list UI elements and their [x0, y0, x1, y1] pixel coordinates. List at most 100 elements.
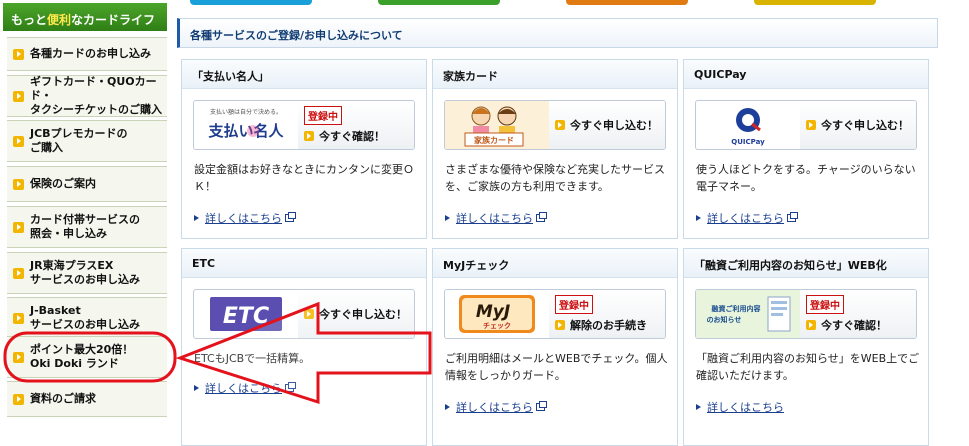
external-window-icon: [536, 212, 547, 222]
external-window-icon: [285, 382, 296, 392]
card-shiharai-meijin: 「支払い名人」 支払い額は自分で決める。 支払い名人 登録中 今すぐ確認！ 設定…: [181, 59, 427, 239]
card-title: 「融資ご利用内容のお知らせ」WEB化: [684, 249, 928, 278]
sidebar-item-jr-plus-ex[interactable]: JR東海プラスEX サービスのお申し込み: [7, 252, 167, 294]
sidebar-item-label: ポイント最大20倍！ Oki Doki ランド: [30, 343, 134, 370]
sidebar-header-prefix: もっと: [11, 13, 48, 27]
etc-banner[interactable]: ETC 今すぐ申し込む！: [193, 289, 415, 339]
status-badge: 登録中: [806, 295, 844, 314]
card-description: 設定金額はお好きなときにカンタンに変更ＯＫ！: [194, 163, 414, 193]
sidebar-item-card-application[interactable]: 各種カードのお申し込み: [7, 37, 167, 71]
sidebar-item-label: J-Basket サービスのお申し込み: [30, 304, 140, 331]
status-badge: 登録中: [304, 106, 342, 125]
arrow-bullet-icon: [555, 320, 565, 330]
card-quicpay: QUICPay QUICPay 今すぐ申し込む！ 使う人ほどトクをする。チャージ…: [683, 59, 929, 239]
top-tab-green[interactable]: [378, 0, 500, 5]
banner-cta: 登録中 今すぐ確認！: [298, 101, 414, 149]
arrow-right-icon: [445, 215, 450, 221]
arrow-right-icon: [445, 404, 450, 410]
details-link-label: 詳しくはこちら: [205, 212, 282, 225]
external-window-icon: [285, 212, 296, 222]
arrow-right-icon: [194, 385, 199, 391]
etc-logo: ETC: [194, 290, 298, 338]
details-link[interactable]: 詳しくはこちら: [194, 380, 296, 396]
details-link-label: 詳しくはこちら: [707, 401, 784, 414]
arrow-bullet-icon: [304, 309, 314, 319]
family-card-logo: 家族カード: [445, 101, 549, 149]
cta-label: 今すぐ申し込む！: [570, 119, 658, 132]
arrow-bullet-icon: [13, 393, 24, 405]
logo-text: 支払い名人: [207, 122, 284, 140]
card-loan-notice: 「融資ご利用内容のお知らせ」WEB化 融資ご利用内容 のお知らせ 登録中 今すぐ…: [683, 248, 929, 446]
arrow-bullet-icon: [304, 131, 314, 141]
quicpay-banner[interactable]: QUICPay 今すぐ申し込む！: [695, 100, 917, 150]
sidebar-item-premo-card[interactable]: JCBプレモカードの ご購入: [7, 120, 167, 162]
sidebar-item-label: JCBプレモカードの ご購入: [30, 127, 128, 154]
card-title: QUICPay: [684, 60, 928, 89]
arrow-bullet-icon: [806, 320, 816, 330]
arrow-right-icon: [696, 404, 701, 410]
details-link[interactable]: 詳しくはこちら: [445, 399, 547, 415]
details-link[interactable]: 詳しくはこちら: [194, 210, 296, 226]
sidebar-item-gift-card[interactable]: ギフトカード・QUOカード・ タクシーチケットのご購入: [7, 75, 167, 117]
panel-title: 各種サービスのご登録/お申し込みについて: [177, 18, 938, 48]
status-badge: 登録中: [555, 295, 593, 314]
sidebar-item-j-basket[interactable]: J-Basket サービスのお申し込み: [7, 297, 167, 339]
details-link[interactable]: 詳しくはこちら: [696, 399, 784, 415]
arrow-bullet-icon: [13, 312, 24, 324]
myj-check-banner[interactable]: MyJ チェック 登録中 解除のお手続き: [444, 289, 666, 339]
sidebar-item-label: 保険のご案内: [30, 177, 96, 190]
logo-text: ETC: [223, 304, 269, 329]
card-myj-check: MyJチェック MyJ チェック 登録中 解除のお手続き ご利用明細はメールとW…: [432, 248, 678, 446]
arrow-bullet-icon: [13, 267, 24, 279]
cta-label: 解除のお手続き: [570, 319, 647, 332]
quicpay-logo: QUICPay: [696, 101, 800, 149]
arrow-right-icon: [194, 215, 199, 221]
arrow-right-icon: [696, 215, 701, 221]
shiharai-meijin-banner[interactable]: 支払い額は自分で決める。 支払い名人 登録中 今すぐ確認！: [193, 100, 415, 150]
sidebar-header-suffix: なカードライフ: [71, 13, 156, 27]
top-tab-orange[interactable]: [566, 0, 688, 5]
loan-notice-banner[interactable]: 融資ご利用内容 のお知らせ 登録中 今すぐ確認！: [695, 289, 917, 339]
sidebar: もっと便利なカードライフ 各種カードのお申し込み ギフトカード・QUOカード・ …: [3, 3, 167, 443]
services-panel: 各種サービスのご登録/お申し込みについて 「支払い名人」 支払い額は自分で決める…: [177, 18, 938, 446]
top-tab-blue[interactable]: [190, 0, 312, 5]
card-description: さまざまな優待や保険など充実したサービスを、ご家族の方も利用できます。: [445, 163, 665, 193]
logo-text-line-2: のお知らせ: [707, 315, 742, 324]
arrow-bullet-icon: [13, 178, 24, 190]
banner-cta: 登録中 今すぐ確認！: [800, 290, 916, 338]
family-card-banner[interactable]: 家族カード 今すぐ申し込む！: [444, 100, 666, 150]
arrow-bullet-icon: [555, 120, 565, 130]
sidebar-header-highlight: 便利: [47, 13, 72, 27]
arrow-bullet-icon: [806, 120, 816, 130]
logo-text-line-1: 融資ご利用内容: [712, 304, 761, 313]
myj-check-logo: MyJ チェック: [445, 290, 549, 338]
card-description: ご利用明細はメールとWEBでチェック。個人情報をしっかりガード。: [445, 352, 668, 382]
sidebar-item-label: JR東海プラスEX サービスのお申し込み: [30, 259, 140, 286]
sidebar-item-card-services[interactable]: カード付帯サービスの 照会・申し込み: [7, 206, 167, 248]
logo-text: 家族カード: [474, 135, 514, 145]
top-tab-yellow[interactable]: [754, 0, 876, 5]
details-link[interactable]: 詳しくはこちら: [696, 210, 798, 226]
details-link-label: 詳しくはこちら: [456, 401, 533, 414]
arrow-bullet-icon: [13, 90, 24, 102]
card-title: MyJチェック: [433, 249, 677, 278]
cta-label: 今すぐ確認！: [821, 319, 887, 332]
arrow-bullet-icon: [13, 135, 24, 147]
logo-sub: チェック: [483, 321, 511, 330]
sidebar-item-insurance[interactable]: 保険のご案内: [7, 166, 167, 202]
sidebar-item-request-materials[interactable]: 資料のご請求: [7, 381, 167, 417]
details-link[interactable]: 詳しくはこちら: [445, 210, 547, 226]
logo-tagline: 支払い額は自分で決める。: [210, 108, 282, 116]
logo-text: MyJ: [476, 302, 510, 322]
details-link-label: 詳しくはこちら: [205, 382, 282, 395]
sidebar-item-label: 各種カードのお申し込み: [30, 47, 151, 60]
sidebar-item-oki-doki-land[interactable]: ポイント最大20倍！ Oki Doki ランド: [7, 336, 167, 378]
banner-cta: 今すぐ申し込む！: [549, 101, 665, 149]
arrow-bullet-icon: [13, 351, 24, 363]
sidebar-header: もっと便利なカードライフ: [3, 3, 167, 31]
card-description: 使う人ほどトクをする。チャージのいらない電子マネー。: [696, 163, 916, 193]
card-description: ETCもJCBで一括精算。: [194, 352, 311, 365]
banner-cta: 今すぐ申し込む！: [800, 101, 916, 149]
cta-label: 今すぐ確認！: [319, 130, 385, 143]
card-etc: ETC ETC 今すぐ申し込む！ ETCもJCBで一括精算。 詳しくはこちら: [181, 248, 427, 446]
